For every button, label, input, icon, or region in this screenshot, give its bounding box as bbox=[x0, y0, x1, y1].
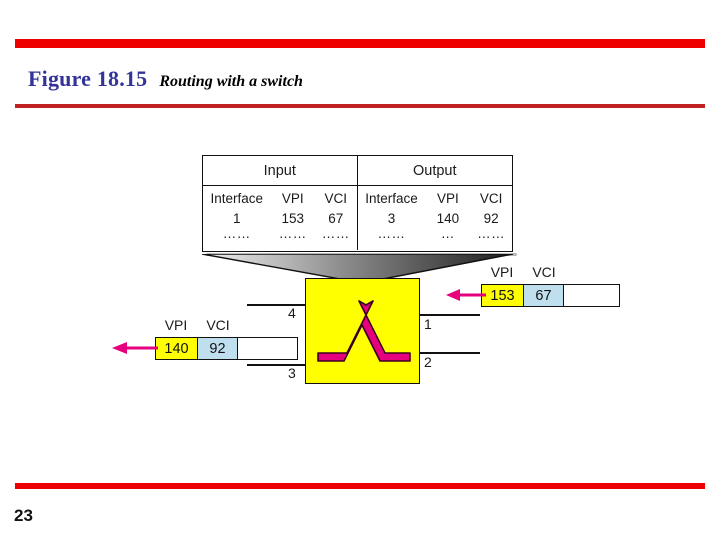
column-header-input-vci: VCI bbox=[324, 191, 347, 206]
incoming-packet-vci-cell: 67 bbox=[524, 285, 564, 306]
cell-input-interface-dots: …… bbox=[222, 226, 251, 241]
crossbar-switch-icon bbox=[317, 300, 411, 362]
outgoing-vci-header: VCI bbox=[206, 317, 230, 333]
column-header-input-interface: Interface bbox=[210, 191, 264, 206]
interface-label-4: 4 bbox=[288, 305, 296, 321]
figure-caption: Routing with a switch bbox=[159, 73, 303, 90]
incoming-packet: 153 67 bbox=[481, 284, 620, 307]
incoming-vci-header: VCI bbox=[532, 264, 556, 280]
cell-output-interface-dots: …… bbox=[377, 226, 406, 241]
incoming-packet-vpi-cell: 153 bbox=[482, 285, 524, 306]
top-red-rule bbox=[15, 39, 705, 48]
routing-table-output-half: Interface 3 …… VPI 140 … VCI 92 …… bbox=[358, 186, 513, 250]
routing-table: Input Output Interface 1 …… VPI 153 …… V… bbox=[202, 155, 513, 252]
interface-label-2: 2 bbox=[424, 354, 432, 370]
cell-output-vpi-dots: … bbox=[440, 226, 455, 241]
outgoing-packet-vpi-cell: 140 bbox=[156, 338, 198, 359]
slide-canvas: Figure 18.15 Routing with a switch Input … bbox=[0, 0, 720, 540]
group-header-output: Output bbox=[412, 162, 457, 179]
column-header-output-vci: VCI bbox=[479, 191, 503, 206]
column-input-interface: Interface 1 …… bbox=[203, 186, 271, 250]
interface-line-3 bbox=[247, 364, 309, 367]
column-output-interface: Interface 3 …… bbox=[358, 186, 426, 250]
column-output-vci: VCI 92 …… bbox=[470, 186, 512, 250]
incoming-packet-arrow bbox=[446, 289, 486, 301]
interface-label-1: 1 bbox=[424, 316, 432, 332]
column-header-output-interface: Interface bbox=[365, 191, 418, 206]
column-output-vpi: VPI 140 … bbox=[425, 186, 470, 250]
outgoing-vpi-header: VPI bbox=[164, 317, 188, 333]
switch-device-box bbox=[305, 278, 420, 384]
cell-input-vpi-dots: …… bbox=[278, 226, 307, 241]
interface-line-4 bbox=[247, 304, 309, 307]
incoming-vpi-header: VPI bbox=[490, 264, 514, 280]
group-header-input: Input bbox=[203, 156, 358, 185]
bottom-red-rule bbox=[15, 483, 705, 489]
cell-input-vci-dots: …… bbox=[321, 226, 350, 241]
outgoing-packet-arrow bbox=[112, 342, 158, 354]
outgoing-packet-payload-cell bbox=[238, 338, 297, 359]
routing-table-input-half: Interface 1 …… VPI 153 …… VCI 67 …… bbox=[203, 186, 358, 250]
outgoing-packet-header-labels: VPI VCI bbox=[155, 317, 239, 333]
page-number: 23 bbox=[14, 506, 33, 525]
incoming-packet-payload-cell bbox=[564, 285, 619, 306]
column-header-input-vpi: VPI bbox=[281, 191, 304, 206]
outgoing-packet-vci-cell: 92 bbox=[198, 338, 238, 359]
outgoing-packet: 140 92 bbox=[155, 337, 298, 360]
figure-number: Figure 18.15 bbox=[28, 66, 148, 91]
interface-label-3: 3 bbox=[288, 365, 296, 381]
incoming-packet-header-labels: VPI VCI bbox=[481, 264, 565, 280]
title-underline-rule bbox=[15, 104, 705, 108]
figure-title: Figure 18.15 Routing with a switch bbox=[28, 66, 303, 92]
routing-table-group-header-row: Input Output bbox=[203, 156, 512, 186]
column-header-output-vpi: VPI bbox=[436, 191, 459, 206]
cell-output-vci-dots: …… bbox=[477, 226, 506, 241]
routing-table-body: Interface 1 …… VPI 153 …… VCI 67 …… Inte… bbox=[203, 186, 512, 250]
column-input-vpi: VPI 153 …… bbox=[271, 186, 316, 250]
column-input-vci: VCI 67 …… bbox=[315, 186, 356, 250]
